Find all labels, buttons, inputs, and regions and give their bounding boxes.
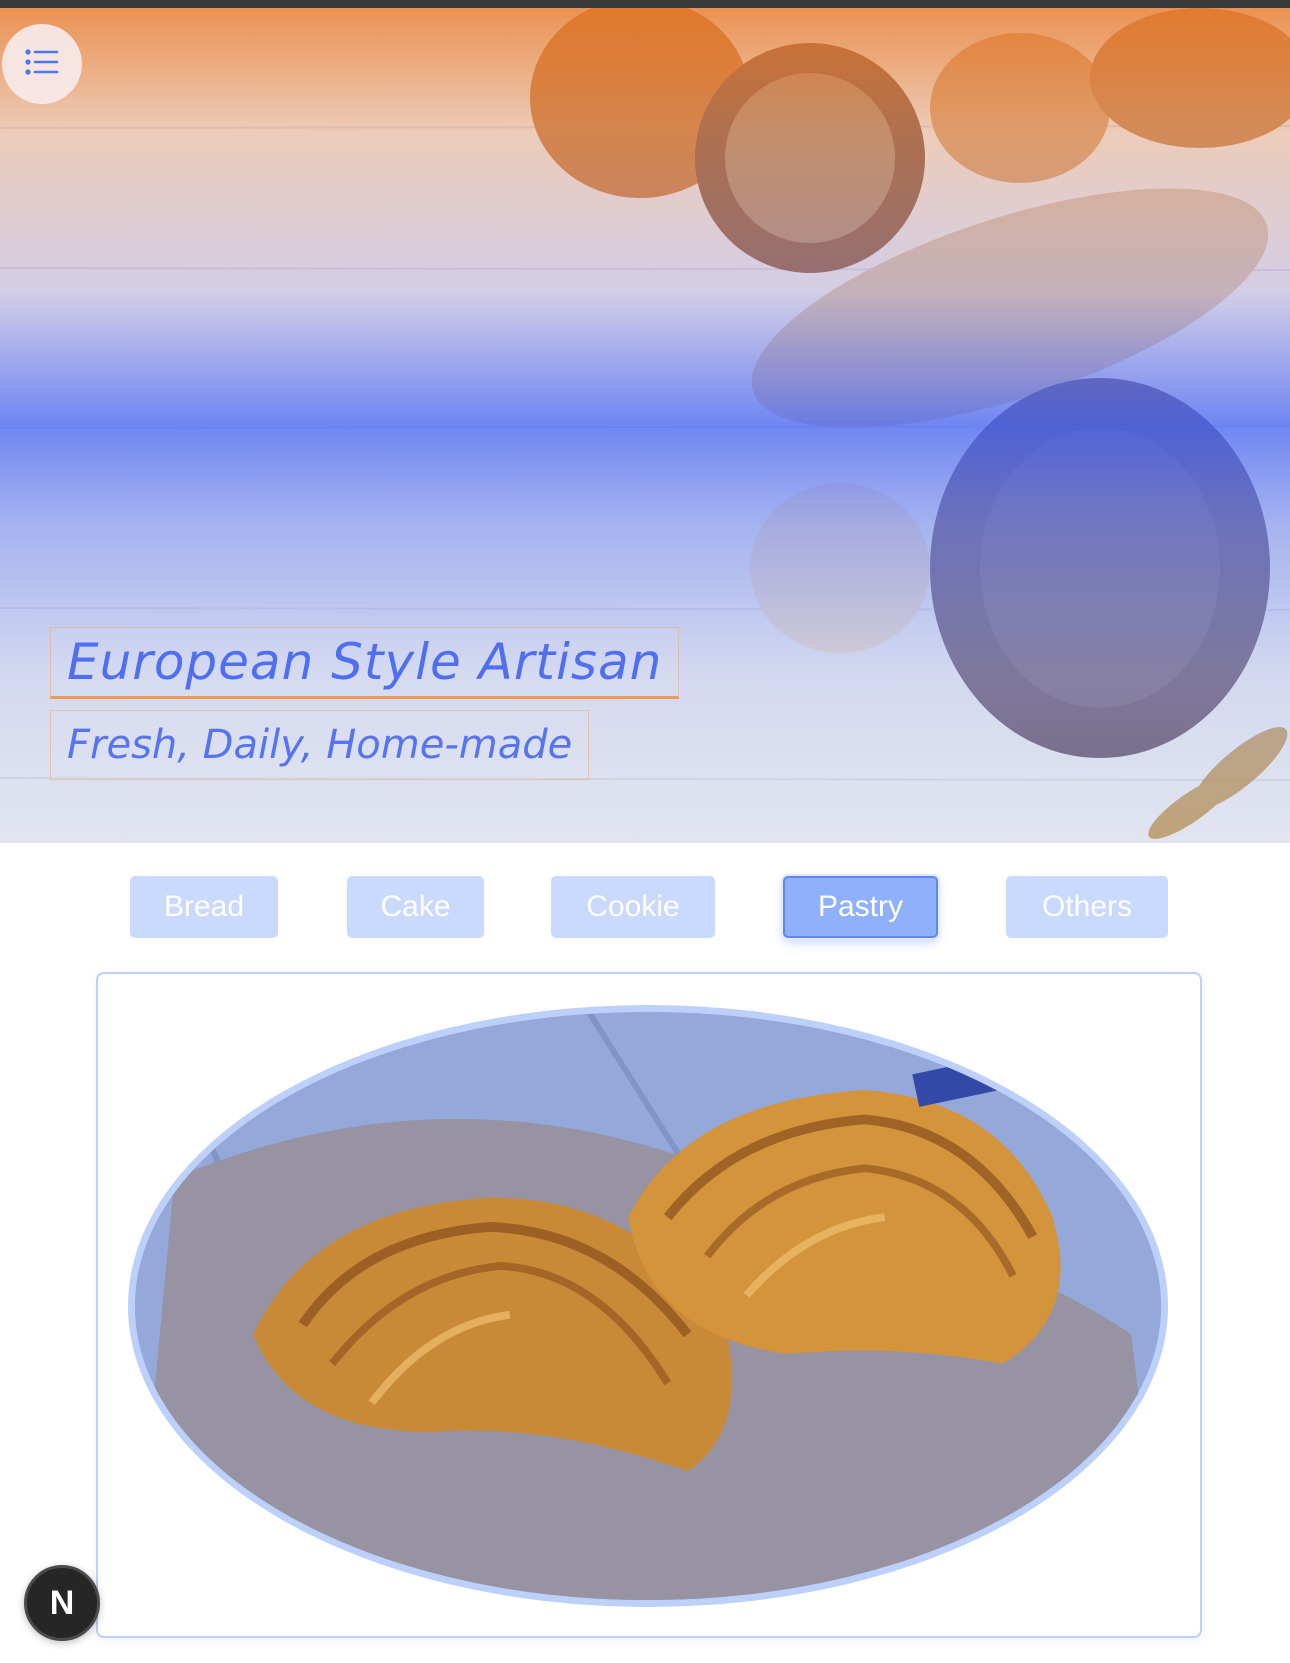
tab-pastry[interactable]: Pastry (783, 876, 938, 938)
product-image (128, 1005, 1168, 1607)
tab-others[interactable]: Others (1006, 876, 1168, 938)
n-badge-button[interactable]: N (24, 1565, 100, 1641)
hero-title: European Style Artisan (50, 627, 680, 699)
top-strip (0, 0, 1290, 8)
list-icon (24, 47, 60, 82)
tab-bread[interactable]: Bread (130, 876, 278, 938)
tab-cake[interactable]: Cake (347, 876, 484, 938)
hero-subtitle: Fresh, Daily, Home-made (50, 710, 590, 780)
tab-cookie[interactable]: Cookie (551, 876, 715, 938)
menu-button[interactable] (2, 24, 82, 104)
